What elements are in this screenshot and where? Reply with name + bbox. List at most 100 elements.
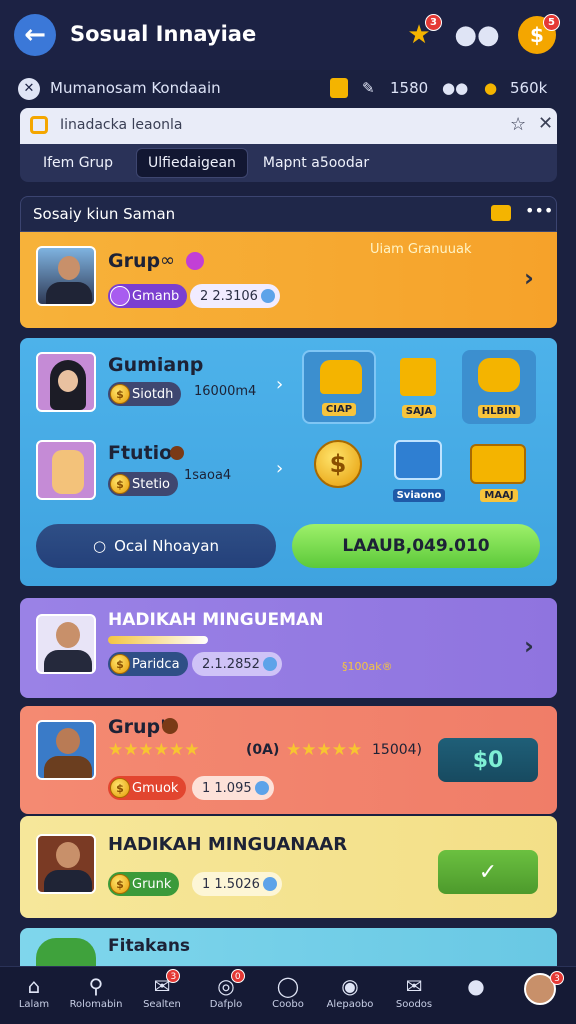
avatar-icon: 3	[524, 971, 564, 1005]
chevron-right-icon[interactable]: ›	[276, 458, 283, 479]
stars-right: ★★★★★	[286, 740, 363, 760]
chevron-right-icon[interactable]: ›	[276, 374, 283, 395]
shop-card: Gumianp $ Siotdh 16000m4 › Ftutio $ Stet…	[20, 338, 557, 586]
coin-icon: $	[110, 778, 130, 798]
fit-card[interactable]: Fitakans	[20, 928, 557, 968]
ticket-icon	[110, 286, 130, 306]
tag-pill: $ Grunk	[108, 872, 180, 896]
more-icon[interactable]: •••	[525, 201, 553, 220]
group-icon: ●●	[454, 20, 500, 50]
trophy-icon	[330, 78, 348, 98]
tab-bar: Ifem Grup Ulfiedaigean Mapnt a5oodar	[20, 144, 557, 182]
tab-map[interactable]: Mapnt a5oodar	[256, 148, 376, 178]
avatar	[36, 614, 96, 674]
stars-left: ★★★★★★	[108, 740, 200, 760]
target-icon: ◎ 0	[217, 969, 245, 999]
section-title: Sosaiy kiun Saman	[33, 205, 176, 223]
back-button[interactable]: ←	[14, 14, 56, 56]
tab-grup[interactable]: Ifem Grup	[26, 148, 130, 178]
nav-chat[interactable]: ◉ Alepaobo	[320, 973, 380, 1023]
plant-icon	[36, 938, 96, 968]
cookie-icon	[162, 718, 178, 734]
chat-icon: ◉	[341, 974, 359, 998]
profile-badge: 5	[543, 14, 560, 31]
home-icon: ⌂	[27, 974, 41, 998]
nav-mail[interactable]: ✉ 3 Sealten	[132, 969, 192, 1023]
friends-button[interactable]: ●●	[454, 16, 499, 54]
grup2-card[interactable]: Grup' ★★★★★★ (0A) ★★★★★ 15004) $ Gmuok 1…	[20, 706, 557, 814]
value-pill: 2 2.3106	[190, 284, 280, 308]
value-pill: 2.1.2852	[192, 652, 282, 676]
nav-message[interactable]: ✉ Soodos	[384, 973, 444, 1023]
coin-profile-button[interactable]: $ 5	[518, 14, 560, 54]
value-pill: 1 1.5026	[192, 872, 282, 896]
shop-item[interactable]: CIAP	[302, 350, 376, 424]
gem-icon	[186, 252, 204, 270]
confirm-button[interactable]: ✓	[438, 850, 538, 894]
search-bar[interactable]: Iinadacka leaonla ☆ ✕	[20, 108, 557, 144]
card-name: HADIKAH MINGUANAAR	[108, 834, 348, 855]
page-title: Sosual Innayiae	[70, 22, 257, 46]
avatar	[36, 246, 96, 306]
avatar	[36, 352, 96, 412]
card-name: Grup	[108, 250, 161, 272]
status-label: Mumanosam Kondaain	[50, 79, 221, 97]
nav-avatar[interactable]: 3	[510, 971, 570, 1023]
tag-pill: Gmanb	[108, 284, 188, 308]
card-name: HADIKAH MINGUEMAN	[108, 610, 324, 630]
shop-item[interactable]: HLBIN	[462, 350, 536, 424]
shop-item[interactable]: MAAJ	[462, 434, 536, 508]
shop-item[interactable]: SAJA	[382, 350, 456, 424]
badge-icon: ∞	[160, 250, 175, 271]
chest-icon	[491, 205, 511, 221]
edit-icon: ✎	[362, 79, 375, 97]
search-input[interactable]: Iinadacka leaonla	[60, 117, 183, 133]
star-button[interactable]: ★ 3	[400, 14, 442, 54]
tab-active[interactable]: Ulfiedaigean	[136, 148, 248, 178]
mail-icon: ✉ 3	[154, 969, 181, 999]
nav-search[interactable]: ⚲ Rolomabin	[66, 973, 126, 1023]
shop-item[interactable]: Sviaono	[382, 434, 456, 508]
message-icon: ✉	[405, 974, 423, 998]
coin-icon: $	[110, 874, 130, 894]
row2-tag: $ Stetio	[108, 472, 179, 496]
hadiah-card[interactable]: HADIKAH MINGUEMAN $ Paridca 2.1.2852 §10…	[20, 598, 557, 698]
chevron-right-icon[interactable]: ›	[524, 632, 534, 660]
price-button[interactable]: $0	[438, 738, 538, 782]
cancel-button[interactable]: ○ Ocal Nhoayan	[36, 524, 276, 568]
person-icon: ●	[467, 974, 485, 998]
grup-card[interactable]: Grup ∞ Uiam Granuuak Gmanb 2 2.3106 ›	[20, 232, 557, 328]
nav-home[interactable]: ⌂ Lalam	[4, 973, 64, 1023]
small-text: §100ak®	[342, 660, 393, 673]
avatar	[36, 720, 96, 780]
hadiah2-card[interactable]: HADIKAH MINGUANAAR $ Grunk 1 1.5026 ✓	[20, 816, 557, 918]
card-name: Fitakans	[108, 936, 191, 956]
nav-profile[interactable]: ●	[446, 973, 506, 1023]
star-outline-icon[interactable]: ☆	[510, 114, 526, 135]
close-icon[interactable]: ✕	[538, 113, 553, 134]
nav-target[interactable]: ◎ 0 Dafplo	[196, 969, 256, 1023]
status-row: ✕ Mumanosam Kondaain ✎ 1580 ●● ● 560k	[0, 74, 576, 104]
avatar	[36, 834, 96, 894]
bottom-nav: ⌂ Lalam ⚲ Rolomabin ✉ 3 Sealten ◎ 0 Dafplo…	[0, 966, 576, 1024]
section-header: Sosaiy kiun Saman •••	[20, 196, 557, 232]
buy-button[interactable]: LAAUB,049.010	[292, 524, 540, 568]
coin-icon: $	[530, 23, 544, 47]
nav-circle[interactable]: ◯ Coobo	[258, 973, 318, 1023]
top-bar: ← Sosual Innayiae ★ 3 ●● $ 5	[0, 0, 576, 70]
row2-name: Ftutio	[108, 442, 173, 464]
cookie-icon	[170, 446, 184, 460]
shop-item[interactable]: $	[302, 434, 376, 508]
stars-text: (0A)	[246, 742, 280, 758]
chevron-right-icon[interactable]: ›	[524, 264, 534, 292]
gift-icon: ●●	[442, 79, 469, 97]
promo-text: Uiam Granuuak	[370, 242, 472, 257]
row1-name: Gumianp	[108, 354, 204, 376]
value-pill: 1 1.095	[192, 776, 274, 800]
tag-pill: $ Paridca	[108, 652, 188, 676]
status-value-b: 560k	[510, 79, 548, 97]
globe-icon: ✕	[18, 78, 40, 100]
coin-icon: $	[110, 384, 130, 404]
circle-icon: ◯	[276, 974, 300, 998]
row1-tag: $ Siotdh	[108, 382, 182, 406]
